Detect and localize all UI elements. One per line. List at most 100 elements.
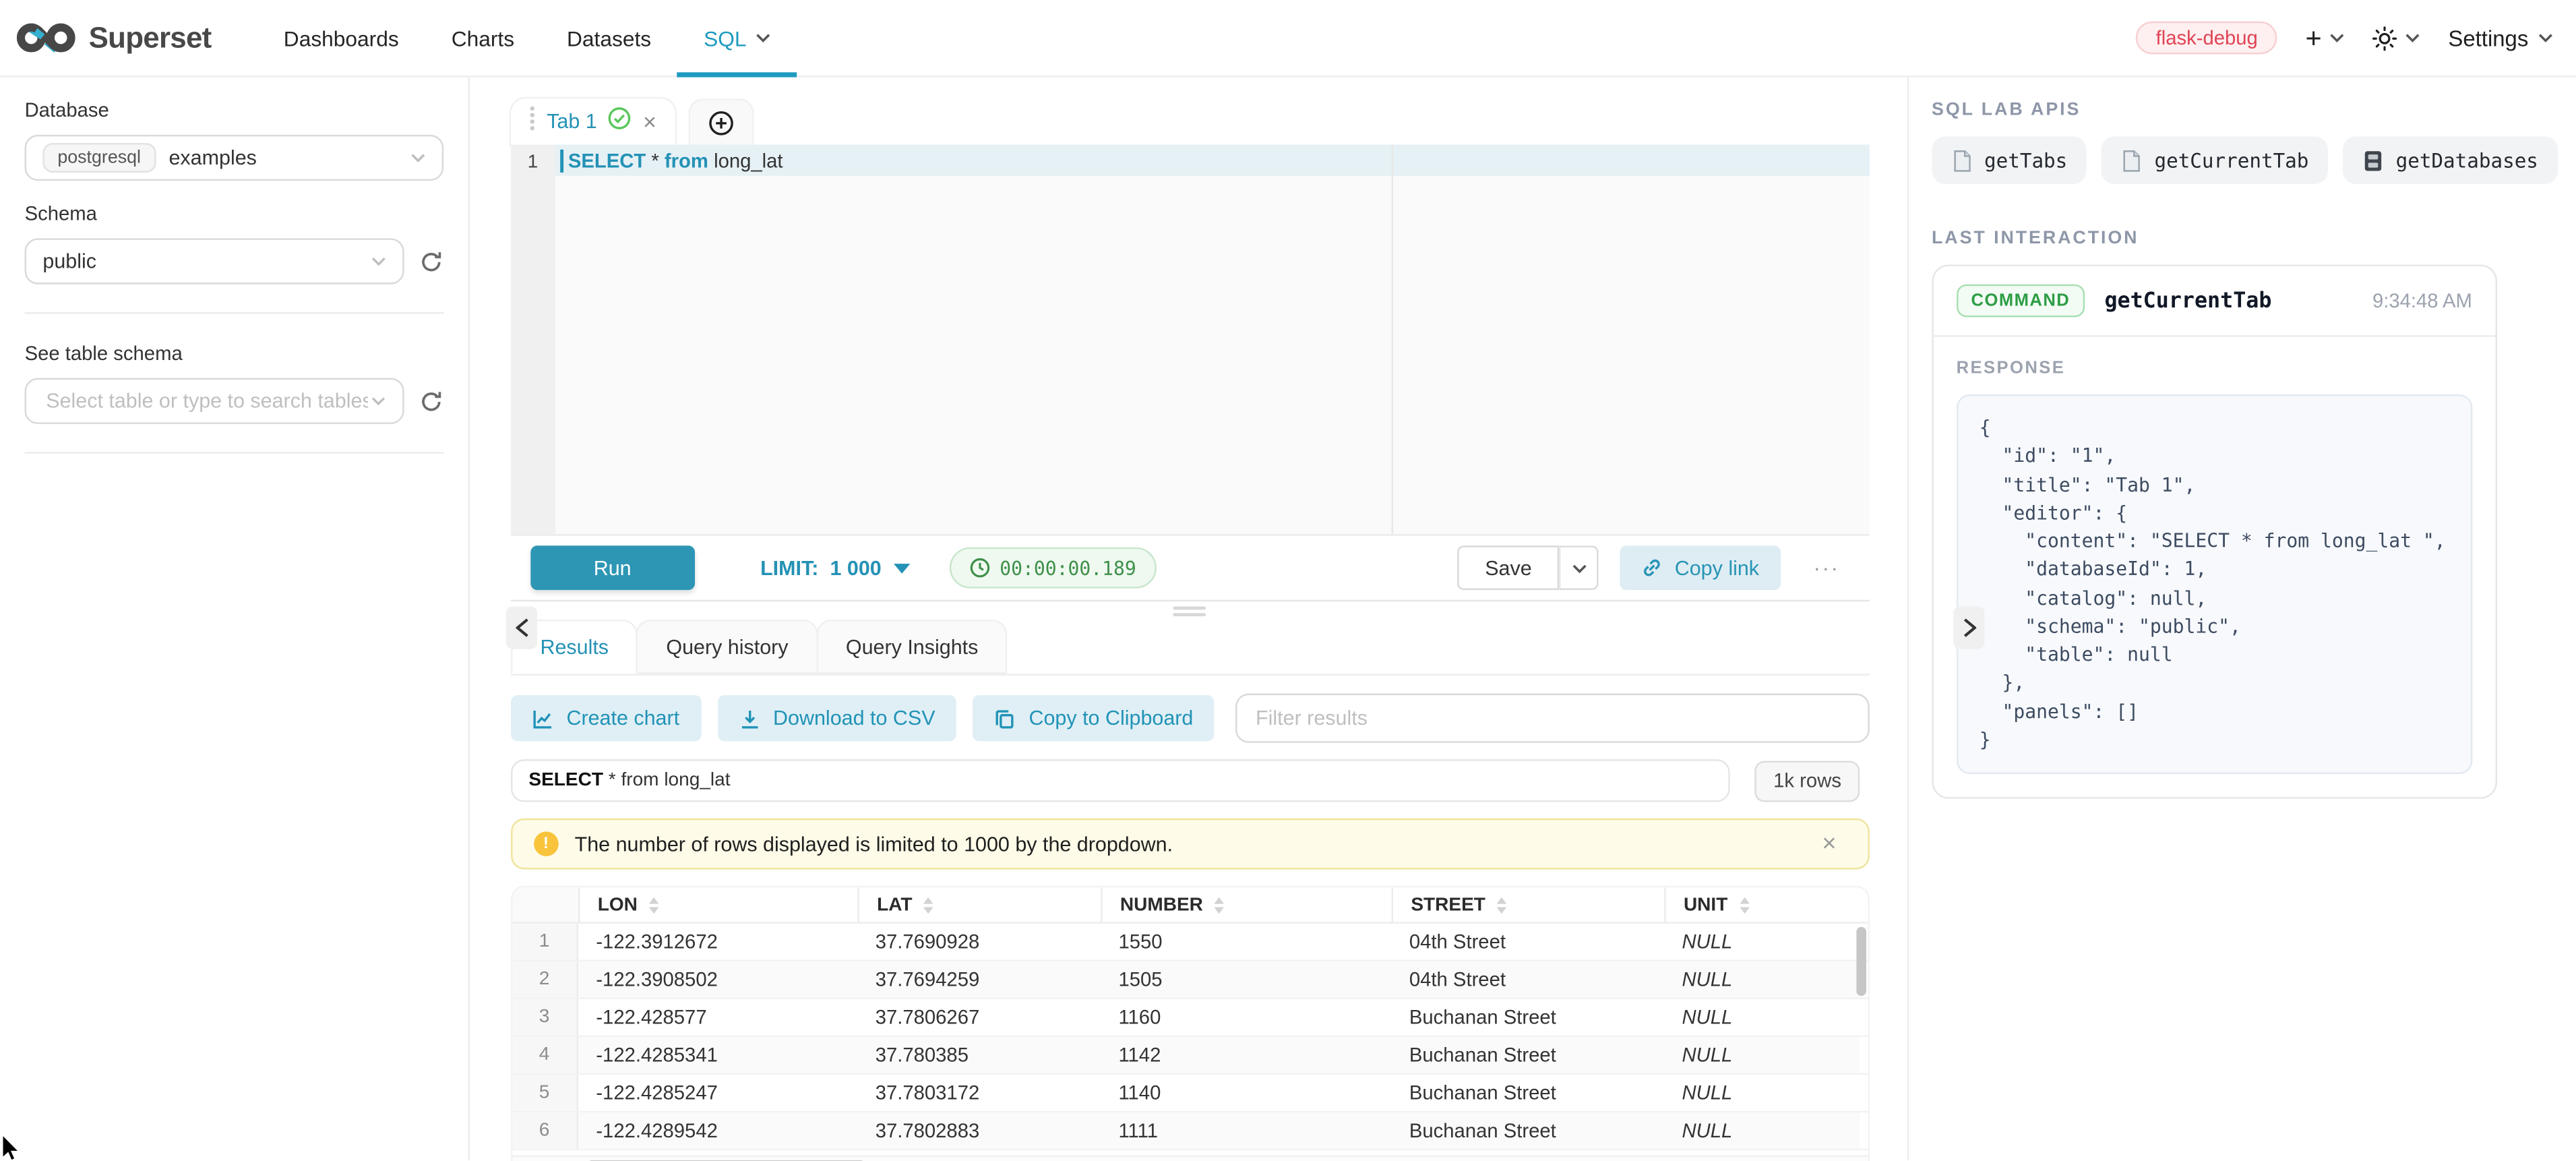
table-select-input[interactable] (42, 388, 371, 414)
nav-item-sql[interactable]: SQL (677, 0, 797, 76)
editor-tab-label: Tab 1 (547, 110, 597, 133)
column-header-street[interactable]: STREET (1391, 887, 1664, 922)
copy-link-label: Copy link (1675, 556, 1759, 579)
schema-label: Schema (25, 202, 443, 225)
download-csv-button[interactable]: Download to CSV (717, 695, 956, 741)
chevron-down-icon (2330, 33, 2345, 43)
chevron-down-icon (756, 33, 771, 43)
last-interaction-title: LAST INTERACTION (1932, 229, 2558, 248)
sun-icon (2372, 26, 2397, 51)
chevron-left-icon (515, 618, 528, 638)
filter-results-input[interactable] (1236, 694, 1870, 743)
refresh-icon (419, 249, 443, 274)
results-actions-row: Create chart Download to CSV Copy to Cli… (511, 694, 1870, 743)
vertical-scrollbar-thumb[interactable] (1856, 927, 1866, 996)
column-header-unit[interactable]: UNIT (1664, 887, 1860, 922)
interaction-card-header: COMMAND getCurrentTab 9:34:48 AM (1933, 266, 2495, 337)
interaction-card-body: RESPONSE { "id": "1", "title": "Tab 1", … (1933, 337, 2495, 798)
chevron-down-icon (410, 153, 425, 163)
chevron-down-icon (371, 256, 386, 266)
column-header-number[interactable]: NUMBER (1101, 887, 1391, 922)
save-button[interactable]: Save (1457, 545, 1560, 590)
get-databases-button[interactable]: getDatabases (2343, 136, 2558, 184)
table-row: 3 -122.428577 37.7806267 1160 Buchanan S… (512, 999, 1868, 1037)
sql-editor-panel: Tab 1 × 1 SELECT * from long_ (470, 78, 1907, 1160)
close-warning-icon[interactable]: × (1812, 830, 1847, 858)
horizontal-scrollbar[interactable] (512, 1156, 1868, 1161)
collapse-right-panel-button[interactable] (1953, 606, 1984, 649)
table-row: 1 -122.3912672 37.7690928 1550 04th Stre… (512, 924, 1868, 961)
editor-tabstrip: Tab 1 × (511, 98, 1870, 144)
link-icon (1642, 557, 1663, 578)
sidebar-divider (25, 312, 443, 314)
sql-statement: SELECT * from long_lat (568, 149, 783, 172)
row-count-badge: 1k rows (1755, 760, 1859, 801)
editor-tab[interactable]: Tab 1 × (511, 98, 675, 144)
copy-link-button[interactable]: Copy link (1620, 545, 1780, 590)
copy-to-clipboard-button[interactable]: Copy to Clipboard (973, 695, 1215, 741)
command-timestamp: 9:34:48 AM (2372, 289, 2472, 312)
table-row: 6 -122.4289542 37.7802883 1111 Buchanan … (512, 1112, 1868, 1150)
database-select[interactable]: postgresql examples (25, 135, 443, 181)
create-chart-button[interactable]: Create chart (511, 695, 701, 741)
last-interaction-card: COMMAND getCurrentTab 9:34:48 AM RESPONS… (1932, 264, 2497, 798)
nav-item-dashboards[interactable]: Dashboards (257, 0, 425, 76)
column-header-lon[interactable]: LON (578, 887, 857, 922)
sort-icon (1497, 897, 1507, 913)
clipboard-icon (994, 707, 1016, 729)
nav-item-datasets[interactable]: Datasets (541, 0, 677, 76)
text-caret (560, 149, 563, 172)
print-margin-line (1391, 145, 1392, 535)
editor-code-area[interactable]: SELECT * from long_lat (555, 145, 1869, 535)
chevron-down-icon (1572, 563, 1587, 573)
get-current-tab-button[interactable]: getCurrentTab (2102, 136, 2328, 184)
partial-row (512, 1150, 1868, 1155)
run-button[interactable]: Run (530, 545, 695, 590)
brand-name: Superset (89, 20, 212, 55)
refresh-tables-button[interactable] (419, 388, 443, 413)
line-number: 1 (528, 153, 539, 173)
refresh-icon (419, 388, 443, 413)
tab-query-history[interactable]: Query history (636, 620, 818, 674)
new-item-button[interactable]: + (2305, 24, 2344, 51)
collapse-sidebar-button[interactable] (506, 606, 537, 649)
mouse-cursor (1, 1134, 21, 1161)
caret-down-icon (893, 563, 909, 573)
clock-icon (969, 557, 990, 578)
save-options-button[interactable] (1560, 545, 1599, 590)
more-options-button[interactable]: ··· (1804, 554, 1849, 581)
close-tab-icon[interactable]: × (643, 110, 656, 133)
add-tab-button[interactable] (687, 98, 754, 144)
create-chart-label: Create chart (566, 707, 679, 730)
tab-query-insights[interactable]: Query Insights (816, 620, 1008, 674)
chevron-right-icon (1963, 618, 1976, 638)
save-button-group: Save (1457, 545, 1599, 590)
table-select[interactable] (25, 378, 404, 424)
schema-select[interactable]: public (25, 238, 404, 284)
response-json-block: { "id": "1", "title": "Tab 1", "editor":… (1957, 394, 2472, 774)
get-tabs-button[interactable]: getTabs (1932, 136, 2087, 184)
drag-handle-icon[interactable] (528, 105, 535, 139)
editor-active-line: SELECT * from long_lat (555, 145, 1869, 176)
limit-dropdown[interactable]: LIMIT: 1 000 (760, 556, 909, 579)
sql-code-editor[interactable]: 1 SELECT * from long_lat (511, 145, 1870, 535)
api-buttons-row: getTabs getCurrentTab getDatabases (1932, 136, 2558, 184)
column-header-lat[interactable]: LAT (857, 887, 1101, 922)
vertical-scrollbar[interactable] (1856, 927, 1866, 996)
results-grid: LON LAT NUMBER STREET (511, 886, 1870, 1161)
sidebar-divider (25, 452, 443, 453)
pane-splitter-handle[interactable] (511, 601, 1870, 620)
sort-icon (1739, 897, 1749, 913)
table-row: 5 -122.4285247 37.7803172 1140 Buchanan … (512, 1075, 1868, 1112)
timer-value: 00:00:00.189 (1000, 556, 1136, 579)
refresh-schemas-button[interactable] (419, 249, 443, 274)
theme-toggle-button[interactable] (2372, 26, 2420, 51)
chart-icon (532, 707, 553, 729)
database-label: Database (25, 98, 443, 121)
table-schema-label: See table schema (25, 342, 443, 365)
nav-item-charts[interactable]: Charts (425, 0, 541, 76)
table-row: 4 -122.4285341 37.780385 1142 Buchanan S… (512, 1037, 1868, 1075)
settings-menu[interactable]: Settings (2448, 26, 2552, 51)
table-row: 2 -122.3908502 37.7694259 1505 04th Stre… (512, 961, 1868, 999)
superset-logo[interactable]: Superset (16, 20, 211, 56)
